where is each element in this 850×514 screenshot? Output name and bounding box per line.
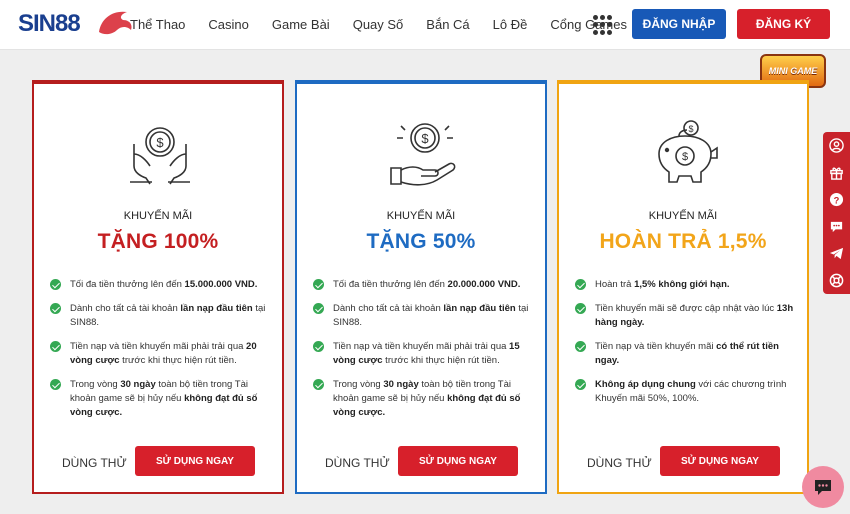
- promo-title: HOÀN TRẢ 1,5%: [599, 230, 767, 253]
- svg-text:$: $: [682, 151, 688, 163]
- promo-term-item: Trong vòng 30 ngày toàn bộ tiền trong Tà…: [50, 378, 272, 420]
- promo-term-item: Hoàn trả 1,5% không giới hạn.: [575, 278, 797, 292]
- gift-icon[interactable]: [823, 159, 850, 186]
- promo-term-item: Tiền nạp và tiền khuyến mãi phải trải qu…: [313, 340, 535, 368]
- promo-terms-list: Hoàn trả 1,5% không giới hạn. Tiền khuyến…: [575, 278, 797, 416]
- promo-term-item: Tiền khuyến mãi sẽ được cập nhật vào lúc…: [575, 302, 797, 330]
- check-circle-icon: [50, 341, 61, 352]
- nav-ban-ca[interactable]: Bắn Cá: [426, 17, 469, 32]
- term-text-bold: lần nạp đầu tiên: [443, 303, 516, 314]
- login-button[interactable]: ĐĂNG NHẬP: [632, 9, 726, 39]
- nav-the-thao[interactable]: Thể Thao: [130, 17, 185, 32]
- term-text: Hoàn trả: [595, 279, 635, 290]
- nav-lo-de[interactable]: Lô Đề: [493, 17, 528, 32]
- nav-casino[interactable]: Casino: [208, 17, 248, 32]
- check-circle-icon: [313, 341, 324, 352]
- promo-card-100: $ KHUYẾN MÃI TẶNG 100% Tối đa tiền thưởn…: [32, 80, 284, 494]
- check-circle-icon: [575, 379, 586, 390]
- term-text: trước khi thực hiện rút tiền.: [119, 355, 237, 366]
- nav-game-bai[interactable]: Game Bài: [272, 17, 330, 32]
- telegram-icon[interactable]: [823, 240, 850, 267]
- try-button[interactable]: DÙNG THỬ: [587, 456, 652, 470]
- use-now-button[interactable]: SỬ DỤNG NGAY: [398, 446, 518, 476]
- term-text-bold: Không áp dụng chung: [595, 379, 696, 390]
- term-text: Tối đa tiền thưởng lên đến: [333, 279, 448, 290]
- main-nav: Thể Thao Casino Game Bài Quay Số Bắn Cá …: [130, 0, 650, 48]
- term-text: Tiền nạp và tiền khuyến mãi: [595, 341, 717, 352]
- term-text: Tối đa tiền thưởng lên đến: [70, 279, 185, 290]
- chat-icon[interactable]: [802, 466, 844, 508]
- check-circle-icon: [313, 303, 324, 314]
- promo-kicker: KHUYẾN MÃI: [123, 210, 193, 222]
- check-circle-icon: [313, 379, 324, 390]
- hands-coin-icon: $: [130, 127, 190, 185]
- dragon-logo-icon: [99, 11, 132, 35]
- check-circle-icon: [575, 303, 586, 314]
- term-text-bold: 30 ngày: [383, 379, 419, 390]
- svg-text:$: $: [156, 135, 164, 150]
- term-text: Dành cho tất cả tài khoản: [333, 303, 444, 314]
- promo-terms-list: Tối đa tiền thưởng lên đến 20.000.000 VN…: [313, 278, 535, 430]
- term-text: Tiền khuyến mãi sẽ được cập nhật vào lúc: [595, 303, 777, 314]
- term-text-bold: 15.000.000 VND.: [184, 279, 258, 290]
- term-text-bold: 1,5% không giới hạn.: [634, 279, 730, 290]
- nav-cong-games[interactable]: Cổng Games: [550, 17, 627, 32]
- try-button[interactable]: DÙNG THỬ: [325, 456, 390, 470]
- help-icon[interactable]: ?: [823, 186, 850, 213]
- piggy-bank-icon: $ $: [658, 120, 718, 183]
- promo-title: TẶNG 100%: [97, 230, 219, 253]
- svg-text:$: $: [688, 124, 693, 134]
- try-button[interactable]: DÙNG THỬ: [62, 456, 127, 470]
- svg-text:?: ?: [834, 195, 840, 205]
- promo-term-item: Tiền nạp và tiền khuyến mãi có thể rút t…: [575, 340, 797, 368]
- promo-card-cashback: $ $ KHUYẾN MÃI HOÀN TRẢ 1,5% Hoàn trả 1,…: [557, 80, 809, 494]
- promo-kicker: KHUYẾN MÃI: [648, 210, 718, 222]
- nav-quay-so[interactable]: Quay Số: [353, 17, 404, 32]
- promo-term-item: Dành cho tất cả tài khoản lần nạp đầu ti…: [313, 302, 535, 330]
- term-text-bold: 20.000.000 VND.: [447, 279, 521, 290]
- mini-game-label: MINI GAME: [768, 66, 818, 76]
- term-text-bold: 30 ngày: [120, 379, 156, 390]
- top-header: SIN88 Thể Thao Casino Game Bài Quay Số B…: [0, 0, 850, 50]
- use-now-button[interactable]: SỬ DỤNG NGAY: [135, 446, 255, 476]
- hand-coin-icon: $: [390, 123, 456, 186]
- promo-term-item: Dành cho tất cả tài khoản lần nạp đầu ti…: [50, 302, 272, 330]
- promo-term-item: Tối đa tiền thưởng lên đến 15.000.000 VN…: [50, 278, 272, 292]
- promo-term-item: Trong vòng 30 ngày toàn bộ tiền trong Tà…: [313, 378, 535, 420]
- register-button[interactable]: ĐĂNG KÝ: [737, 9, 830, 39]
- site-logo[interactable]: SIN88: [18, 10, 132, 38]
- promo-term-item: Tối đa tiền thưởng lên đến 20.000.000 VN…: [313, 278, 535, 292]
- check-circle-icon: [50, 379, 61, 390]
- use-now-button[interactable]: SỬ DỤNG NGAY: [660, 446, 780, 476]
- user-icon[interactable]: [823, 132, 850, 159]
- logo-text: SIN88: [18, 10, 81, 37]
- term-text: Trong vòng: [333, 379, 384, 390]
- promo-card-50: $ KHUYẾN MÃI TẶNG 50% Tối đa tiền thưởng…: [295, 80, 547, 494]
- apps-grid-icon[interactable]: [593, 15, 613, 35]
- term-text: Trong vòng: [70, 379, 121, 390]
- check-circle-icon: [313, 279, 324, 290]
- check-circle-icon: [575, 279, 586, 290]
- term-text: trước khi thực hiện rút tiền.: [382, 355, 500, 366]
- promo-title: TẶNG 50%: [366, 230, 476, 253]
- promo-term-item: Không áp dụng chung với các chương trình…: [575, 378, 797, 406]
- svg-text:$: $: [421, 131, 429, 146]
- promo-term-item: Tiền nạp và tiền khuyến mãi phải trải qu…: [50, 340, 272, 368]
- support-icon[interactable]: [823, 267, 850, 294]
- right-quick-menu: ?: [823, 132, 850, 294]
- term-text: Tiền nạp và tiền khuyến mãi phải trải qu…: [70, 341, 247, 352]
- promo-terms-list: Tối đa tiền thưởng lên đến 15.000.000 VN…: [50, 278, 272, 430]
- term-text: Tiền nạp và tiền khuyến mãi phải trải qu…: [333, 341, 510, 352]
- promo-kicker: KHUYẾN MÃI: [386, 210, 456, 222]
- check-circle-icon: [50, 279, 61, 290]
- check-circle-icon: [575, 341, 586, 352]
- term-text: Dành cho tất cả tài khoản: [70, 303, 181, 314]
- chat-bubble-icon[interactable]: [823, 213, 850, 240]
- check-circle-icon: [50, 303, 61, 314]
- term-text-bold: lần nạp đầu tiên: [180, 303, 253, 314]
